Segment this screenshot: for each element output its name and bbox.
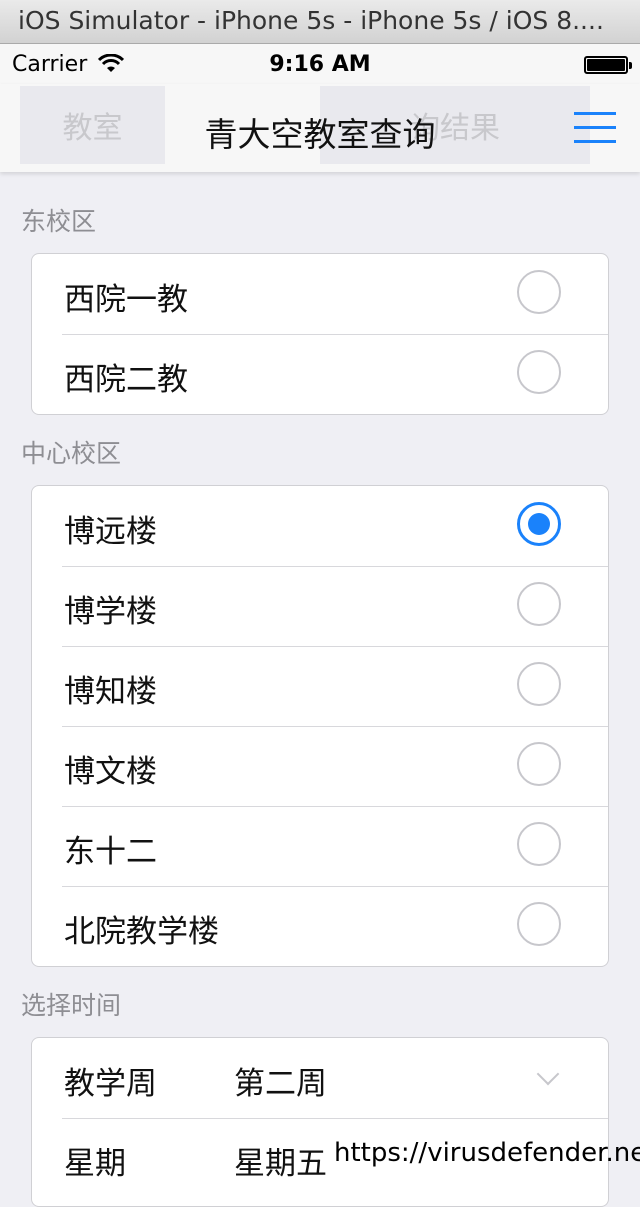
building-label: 西院一教 [64, 282, 188, 318]
building-label: 博文楼 [64, 754, 157, 790]
building-label: 博远楼 [64, 514, 157, 550]
status-bar: Carrier 9:16 AM [0, 44, 640, 84]
radio-button[interactable] [517, 270, 561, 314]
radio-button[interactable] [517, 742, 561, 786]
teaching-week-row[interactable]: 教学周 第二周 [32, 1038, 608, 1118]
building-list-east: 西院一教 西院二教 [31, 253, 609, 415]
weekday-value[interactable]: 星期五 [234, 1138, 327, 1183]
building-row[interactable]: 西院二教 [32, 334, 608, 414]
building-label: 东十二 [64, 834, 157, 870]
building-label: 博学楼 [64, 594, 157, 630]
radio-button[interactable] [517, 822, 561, 866]
status-time: 9:16 AM [269, 52, 371, 77]
simulator-titlebar: iOS Simulator - iPhone 5s - iPhone 5s / … [0, 0, 640, 44]
section-header-east: 东校区 [21, 207, 97, 236]
building-label: 北院教学楼 [64, 914, 219, 950]
building-label: 博知楼 [64, 674, 157, 710]
building-row[interactable]: 北院教学楼 [32, 886, 608, 966]
menu-icon[interactable] [574, 110, 618, 146]
section-header-time: 选择时间 [21, 991, 122, 1020]
building-row[interactable]: 博知楼 [32, 646, 608, 726]
building-row[interactable]: 博远楼 [32, 486, 608, 566]
chevron-down-icon[interactable] [536, 1062, 560, 1086]
simulator-title: iOS Simulator - iPhone 5s - iPhone 5s / … [18, 6, 604, 35]
navigation-bar: 教室 询结果 青大空教室查询 [0, 84, 640, 172]
battery-icon [584, 56, 632, 74]
radio-button[interactable] [517, 902, 561, 946]
radio-button[interactable] [517, 662, 561, 706]
time-selector: 教学周 第二周 星期 星期五 [31, 1037, 609, 1207]
teaching-week-label: 教学周 [64, 1066, 157, 1102]
building-row[interactable]: 博文楼 [32, 726, 608, 806]
building-row[interactable]: 西院一教 [32, 254, 608, 334]
radio-button-selected[interactable] [517, 502, 561, 546]
radio-button[interactable] [517, 350, 561, 394]
teaching-week-value[interactable]: 第二周 [234, 1058, 327, 1103]
building-label: 西院二教 [64, 362, 188, 398]
page-title: 青大空教室查询 [204, 115, 436, 154]
building-list-center: 博远楼 博学楼 博知楼 博文楼 东十二 北院教学楼 [31, 485, 609, 967]
watermark-url: https://virusdefender.net [334, 1138, 640, 1168]
weekday-label: 星期 [64, 1146, 126, 1182]
section-header-center: 中心校区 [21, 439, 122, 468]
building-row[interactable]: 博学楼 [32, 566, 608, 646]
building-row[interactable]: 东十二 [32, 806, 608, 886]
radio-button[interactable] [517, 582, 561, 626]
